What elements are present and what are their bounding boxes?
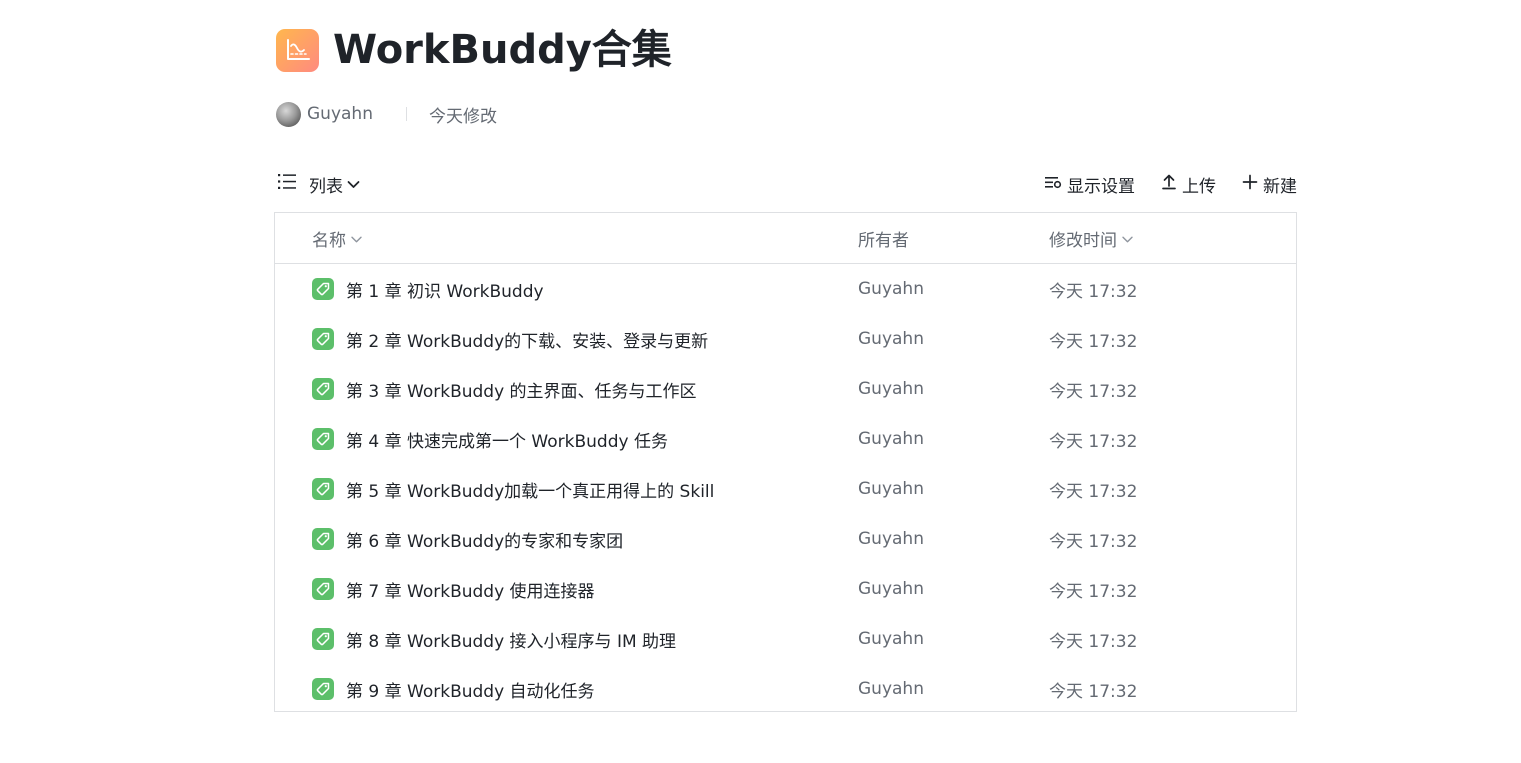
- upload-label: 上传: [1182, 176, 1216, 197]
- page-title: WorkBuddy合集: [333, 27, 672, 73]
- column-header-name[interactable]: 名称: [312, 225, 362, 251]
- meta-row: Guyahn 今天修改: [276, 101, 497, 127]
- table-row[interactable]: 第 3 章 WorkBuddy 的主界面、任务与工作区 Guyahn 今天 17…: [275, 364, 1296, 414]
- title-row: WorkBuddy合集: [276, 26, 672, 74]
- table-row[interactable]: 第 8 章 WorkBuddy 接入小程序与 IM 助理 Guyahn 今天 1…: [275, 614, 1296, 664]
- avatar[interactable]: [276, 101, 301, 127]
- row-modified: 今天 17:32: [1049, 431, 1138, 452]
- row-name-cell[interactable]: 第 8 章 WorkBuddy 接入小程序与 IM 助理: [312, 626, 676, 652]
- row-name-cell[interactable]: 第 2 章 WorkBuddy的下载、安装、登录与更新: [312, 326, 708, 352]
- new-label: 新建: [1263, 176, 1297, 197]
- table-row[interactable]: 第 1 章 初识 WorkBuddy Guyahn 今天 17:32: [275, 264, 1296, 314]
- tag-icon: [312, 378, 334, 400]
- row-modified: 今天 17:32: [1049, 581, 1138, 602]
- row-name-cell[interactable]: 第 9 章 WorkBuddy 自动化任务: [312, 676, 595, 702]
- owner-name[interactable]: Guyahn: [307, 104, 373, 124]
- row-owner: Guyahn: [858, 629, 924, 649]
- column-header-owner-label: 所有者: [858, 230, 909, 251]
- view-label: 列表: [309, 176, 343, 197]
- tag-icon: [312, 478, 334, 500]
- table-row[interactable]: 第 6 章 WorkBuddy的专家和专家团 Guyahn 今天 17:32: [275, 514, 1296, 564]
- row-name-cell[interactable]: 第 6 章 WorkBuddy的专家和专家团: [312, 526, 623, 552]
- column-header-modified-label: 修改时间: [1049, 230, 1117, 251]
- page: WorkBuddy合集 Guyahn 今天修改 列表 显示设置 上传 新建 名称…: [0, 0, 1521, 763]
- table-row[interactable]: 第 2 章 WorkBuddy的下载、安装、登录与更新 Guyahn 今天 17…: [275, 314, 1296, 364]
- row-modified: 今天 17:32: [1049, 631, 1138, 652]
- column-header-modified[interactable]: 修改时间: [1049, 225, 1133, 251]
- row-name-cell[interactable]: 第 1 章 初识 WorkBuddy: [312, 276, 544, 302]
- table-row[interactable]: 第 4 章 快速完成第一个 WorkBuddy 任务 Guyahn 今天 17:…: [275, 414, 1296, 464]
- row-name-cell[interactable]: 第 7 章 WorkBuddy 使用连接器: [312, 576, 595, 602]
- row-modified: 今天 17:32: [1049, 681, 1138, 702]
- chevron-down-icon: [347, 174, 360, 194]
- toolbar-actions: 显示设置 上传 新建: [1018, 171, 1297, 197]
- row-name-cell[interactable]: 第 4 章 快速完成第一个 WorkBuddy 任务: [312, 426, 668, 452]
- new-button[interactable]: 新建: [1242, 172, 1297, 197]
- row-name: 第 8 章 WorkBuddy 接入小程序与 IM 助理: [346, 631, 677, 652]
- tag-icon: [312, 278, 334, 300]
- row-modified: 今天 17:32: [1049, 281, 1138, 302]
- table-row[interactable]: 第 9 章 WorkBuddy 自动化任务 Guyahn 今天 17:32: [275, 664, 1296, 714]
- row-owner: Guyahn: [858, 279, 924, 299]
- settings-sliders-icon: [1044, 174, 1067, 195]
- chevron-down-icon: [346, 228, 362, 248]
- row-modified: 今天 17:32: [1049, 381, 1138, 402]
- row-owner: Guyahn: [858, 679, 924, 699]
- upload-button[interactable]: 上传: [1161, 172, 1216, 197]
- row-name: 第 5 章 WorkBuddy加载一个真正用得上的 Skill: [346, 481, 715, 502]
- list-icon: [278, 173, 297, 195]
- row-name: 第 1 章 初识 WorkBuddy: [346, 281, 544, 302]
- row-name: 第 4 章 快速完成第一个 WorkBuddy 任务: [346, 431, 668, 452]
- row-owner: Guyahn: [858, 379, 924, 399]
- display-settings-button[interactable]: 显示设置: [1044, 172, 1135, 197]
- row-modified: 今天 17:32: [1049, 531, 1138, 552]
- chart-line-icon: [276, 28, 319, 72]
- tag-icon: [312, 528, 334, 550]
- modified-status: 今天修改: [428, 106, 497, 127]
- tag-icon: [312, 428, 334, 450]
- row-name-cell[interactable]: 第 3 章 WorkBuddy 的主界面、任务与工作区: [312, 376, 697, 402]
- plus-icon: [1242, 174, 1263, 195]
- table-row[interactable]: 第 7 章 WorkBuddy 使用连接器 Guyahn 今天 17:32: [275, 564, 1296, 614]
- tag-icon: [312, 678, 334, 700]
- file-table: 名称 所有者 修改时间 第 1 章 初识 WorkBuddy Guyahn 今天…: [274, 212, 1297, 712]
- table-header: 名称 所有者 修改时间: [275, 213, 1296, 264]
- row-owner: Guyahn: [858, 529, 924, 549]
- row-owner: Guyahn: [858, 329, 924, 349]
- table-row[interactable]: 第 5 章 WorkBuddy加载一个真正用得上的 Skill Guyahn 今…: [275, 464, 1296, 514]
- display-settings-label: 显示设置: [1067, 176, 1135, 197]
- row-name: 第 7 章 WorkBuddy 使用连接器: [346, 581, 595, 602]
- row-modified: 今天 17:32: [1049, 481, 1138, 502]
- meta-divider: [405, 107, 407, 121]
- tag-icon: [312, 578, 334, 600]
- row-owner: Guyahn: [858, 429, 924, 449]
- tag-icon: [312, 628, 334, 650]
- chevron-down-icon: [1117, 228, 1133, 248]
- upload-icon: [1161, 173, 1182, 195]
- tag-icon: [312, 328, 334, 350]
- row-modified: 今天 17:32: [1049, 331, 1138, 352]
- row-name-cell[interactable]: 第 5 章 WorkBuddy加载一个真正用得上的 Skill: [312, 476, 714, 502]
- row-name: 第 3 章 WorkBuddy 的主界面、任务与工作区: [346, 381, 697, 402]
- row-name: 第 2 章 WorkBuddy的下载、安装、登录与更新: [346, 331, 709, 352]
- row-name: 第 6 章 WorkBuddy的专家和专家团: [346, 531, 624, 552]
- view-switcher[interactable]: 列表: [278, 171, 360, 197]
- column-header-owner: 所有者: [858, 225, 909, 251]
- column-header-name-label: 名称: [312, 230, 346, 251]
- row-name: 第 9 章 WorkBuddy 自动化任务: [346, 681, 595, 702]
- row-owner: Guyahn: [858, 479, 924, 499]
- row-owner: Guyahn: [858, 579, 924, 599]
